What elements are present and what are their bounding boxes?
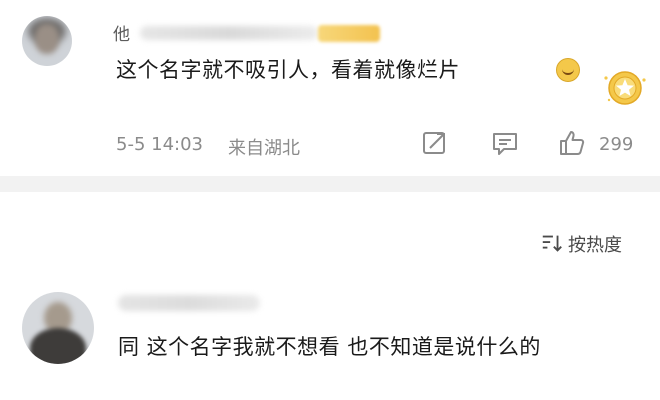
- comment2-text: 同 这个名字我就不想看 也不知道是说什么的: [118, 335, 541, 359]
- share-icon[interactable]: [420, 128, 450, 158]
- comment1-username-blurred: [140, 26, 318, 40]
- like-thumb-icon[interactable]: [557, 128, 587, 158]
- comment1-avatar[interactable]: [22, 16, 72, 66]
- comment1-user-badge: [318, 25, 380, 42]
- comment2-avatar[interactable]: [22, 292, 94, 364]
- laugh-cry-emoji-icon: [556, 58, 580, 82]
- like-count: 299: [599, 134, 634, 155]
- sort-by-hotness-button[interactable]: 按热度: [568, 231, 622, 257]
- section-divider: [0, 176, 660, 192]
- comment1-username[interactable]: 他: [113, 20, 130, 45]
- comment2-username-blurred[interactable]: [118, 295, 260, 311]
- comment-icon[interactable]: [490, 128, 520, 158]
- sort-icon[interactable]: [540, 230, 564, 256]
- gold-medal-icon[interactable]: [603, 70, 647, 106]
- avatar-face: [35, 24, 59, 54]
- avatar-body: [30, 328, 86, 364]
- comment1-location: 来自湖北: [228, 138, 300, 159]
- comment1-text: 这个名字就不吸引人，看着就像烂片: [116, 58, 460, 82]
- comment1-timestamp: 5-5 14:03: [116, 134, 203, 155]
